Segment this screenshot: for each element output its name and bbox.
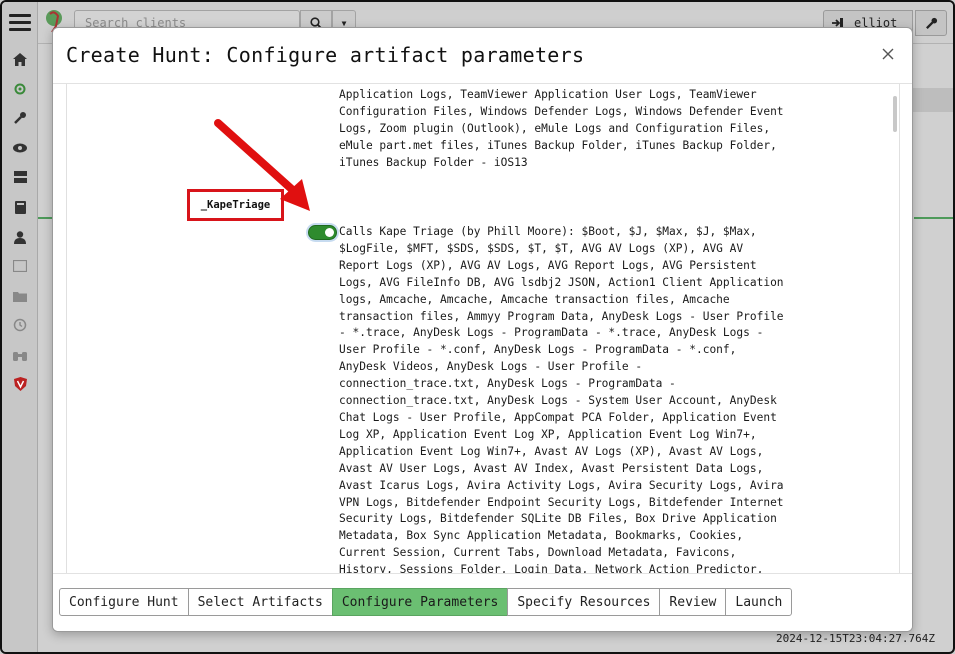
server-icon[interactable]	[11, 168, 29, 186]
sidebar	[2, 2, 38, 652]
kapetriage-toggle[interactable]	[308, 225, 337, 240]
settings-button[interactable]	[915, 10, 947, 36]
tab-launch[interactable]: Launch	[725, 588, 793, 616]
tab-configure-parameters[interactable]: Configure Parameters	[331, 588, 509, 616]
scrollbar[interactable]	[893, 96, 897, 132]
wizard-tabs: Configure Hunt Select Artifacts Configur…	[59, 588, 793, 616]
parameters-form: Steam Friend List and Username History, …	[66, 84, 900, 575]
crosshair-icon[interactable]	[11, 80, 29, 98]
tab-specify-resources[interactable]: Specify Resources	[507, 588, 661, 616]
folder-icon[interactable]	[11, 287, 29, 305]
toggle-knob	[325, 228, 334, 237]
param-description: Calls Kape Triage (by Phill Moore): $Boo…	[339, 225, 784, 575]
book-icon[interactable]	[11, 198, 29, 216]
wrench-icon[interactable]	[11, 109, 29, 127]
close-button[interactable]	[876, 42, 900, 66]
binoculars-icon[interactable]	[11, 346, 29, 364]
history-icon[interactable]	[11, 316, 29, 334]
eye-icon[interactable]	[11, 139, 29, 157]
close-icon	[882, 48, 894, 60]
wrench-icon	[925, 17, 937, 29]
home-icon[interactable]	[11, 50, 29, 68]
dialog-title: Create Hunt: Configure artifact paramete…	[66, 43, 585, 67]
hamburger-menu-icon[interactable]	[9, 14, 31, 32]
tab-select-artifacts[interactable]: Select Artifacts	[187, 588, 333, 616]
window-icon[interactable]	[11, 257, 29, 275]
user-icon[interactable]	[11, 228, 29, 246]
tab-review[interactable]: Review	[659, 588, 727, 616]
annotation-arrow-icon	[214, 119, 310, 211]
dialog-footer: Configure Hunt Select Artifacts Configur…	[53, 573, 912, 631]
shield-v-icon[interactable]	[11, 375, 29, 393]
dialog-header: Create Hunt: Configure artifact paramete…	[53, 28, 912, 84]
status-timestamp: 2024-12-15T23:04:27.764Z	[776, 632, 935, 645]
previous-param-description: Steam Friend List and Username History, …	[339, 87, 784, 169]
app-frame: Search clients ▼ elliot 2024-12-15T23:04…	[0, 0, 955, 654]
tab-configure-hunt[interactable]: Configure Hunt	[59, 588, 189, 616]
create-hunt-dialog: Create Hunt: Configure artifact paramete…	[52, 27, 913, 632]
background-divider	[914, 217, 953, 219]
